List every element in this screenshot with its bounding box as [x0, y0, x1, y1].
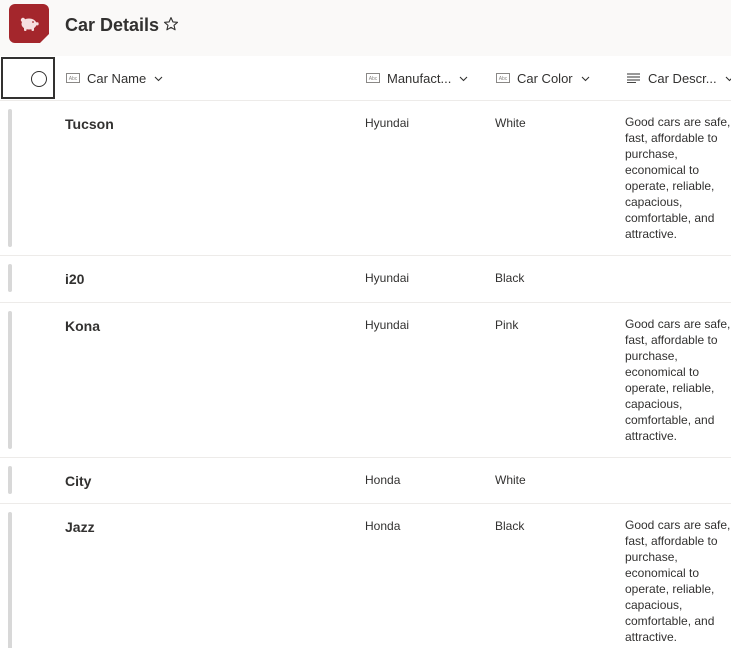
list-row[interactable]: City Honda White: [0, 458, 731, 504]
description-line: Good cars are safe,: [625, 518, 731, 532]
description-line: operate, reliable,: [625, 179, 715, 193]
car-color-cell: Black: [495, 519, 525, 533]
manufacturer-cell: Honda: [365, 473, 401, 487]
description-line: comfortable, and: [625, 614, 715, 628]
description-line: operate, reliable,: [625, 582, 715, 596]
description-line: comfortable, and: [625, 413, 715, 427]
page-title: Car Details: [65, 15, 160, 35]
car-name-cell[interactable]: City: [65, 472, 91, 490]
manufacturer-cell: Hyundai: [365, 318, 410, 332]
list-title-bar: Car Details: [0, 0, 731, 56]
car-color-cell: White: [495, 116, 526, 130]
piggy-bank-glyph: [20, 17, 39, 31]
column-header-row: Abc Car Name Abc Manufact... Abc Car Col…: [0, 56, 731, 101]
description-line: capacious,: [625, 195, 683, 209]
favorite-star-icon[interactable]: [163, 16, 179, 32]
car-name-cell[interactable]: Kona: [65, 317, 100, 335]
description-line: purchase,: [625, 147, 678, 161]
piggy-bank-icon[interactable]: [9, 4, 49, 43]
svg-text:Abc: Abc: [369, 76, 378, 82]
list-row[interactable]: i20 Hyundai Black: [0, 256, 731, 303]
column-header-manufacturer[interactable]: Abc Manufact...: [366, 56, 468, 100]
description-line: fast, affordable to: [625, 333, 718, 347]
text-field-icon: Abc: [496, 73, 510, 83]
text-field-icon: Abc: [366, 73, 380, 83]
description-line: comfortable, and: [625, 211, 715, 225]
car-color-cell: Pink: [495, 318, 519, 332]
chevron-down-icon: [725, 76, 731, 81]
row-selection-bar[interactable]: [8, 264, 12, 292]
car-description-cell: Good cars are safe, fast, affordable to …: [625, 316, 731, 444]
text-field-icon: Abc: [66, 73, 80, 83]
chevron-down-icon: [459, 76, 468, 81]
manufacturer-cell: Honda: [365, 519, 401, 533]
row-selection-bar[interactable]: [8, 466, 12, 494]
description-line: Good cars are safe,: [625, 115, 731, 129]
list-row[interactable]: Tucson Hyundai White Good cars are safe,…: [0, 101, 731, 256]
car-color-cell: White: [495, 473, 526, 487]
description-line: attractive.: [625, 630, 678, 644]
column-header-car-color[interactable]: Abc Car Color: [496, 56, 590, 100]
column-header-label: Car Color: [517, 70, 573, 86]
description-line: fast, affordable to: [625, 131, 718, 145]
car-color-cell: Black: [495, 271, 525, 285]
list-page: Car Details Abc Car Name Abc Manufact...: [0, 0, 731, 648]
multiline-text-icon: [627, 73, 640, 83]
chevron-down-icon: [581, 76, 590, 81]
column-header-car-description[interactable]: Car Descr...: [627, 56, 731, 100]
row-selection-bar[interactable]: [8, 109, 12, 247]
description-line: purchase,: [625, 349, 678, 363]
car-description-cell: Good cars are safe, fast, affordable to …: [625, 114, 731, 242]
description-line: attractive.: [625, 227, 678, 241]
column-header-car-name[interactable]: Abc Car Name: [66, 56, 163, 100]
description-line: economical to: [625, 365, 700, 379]
car-name-cell[interactable]: Tucson: [65, 115, 114, 133]
column-header-label: Car Name: [87, 70, 147, 86]
description-line: capacious,: [625, 397, 683, 411]
row-selection-bar[interactable]: [8, 512, 12, 648]
description-line: economical to: [625, 163, 700, 177]
manufacturer-cell: Hyundai: [365, 116, 410, 130]
description-line: operate, reliable,: [625, 381, 715, 395]
select-all-checkbox[interactable]: [1, 57, 55, 99]
column-header-label: Car Descr...: [648, 70, 717, 86]
description-line: Good cars are safe,: [625, 317, 731, 331]
manufacturer-cell: Hyundai: [365, 271, 410, 285]
description-line: attractive.: [625, 429, 678, 443]
svg-text:Abc: Abc: [69, 76, 78, 82]
description-line: economical to: [625, 566, 700, 580]
list-row[interactable]: Jazz Honda Black Good cars are safe, fas…: [0, 504, 731, 648]
description-line: capacious,: [625, 598, 683, 612]
select-all-circle-icon: [31, 71, 47, 87]
svg-text:Abc: Abc: [499, 76, 508, 82]
row-selection-bar[interactable]: [8, 311, 12, 449]
car-description-cell: Good cars are safe, fast, affordable to …: [625, 517, 731, 645]
description-line: purchase,: [625, 550, 678, 564]
chevron-down-icon: [154, 76, 163, 81]
car-name-cell[interactable]: Jazz: [65, 518, 95, 536]
column-header-label: Manufact...: [387, 70, 452, 86]
description-line: fast, affordable to: [625, 534, 718, 548]
list-row[interactable]: Kona Hyundai Pink Good cars are safe, fa…: [0, 303, 731, 458]
car-name-cell[interactable]: i20: [65, 270, 84, 288]
